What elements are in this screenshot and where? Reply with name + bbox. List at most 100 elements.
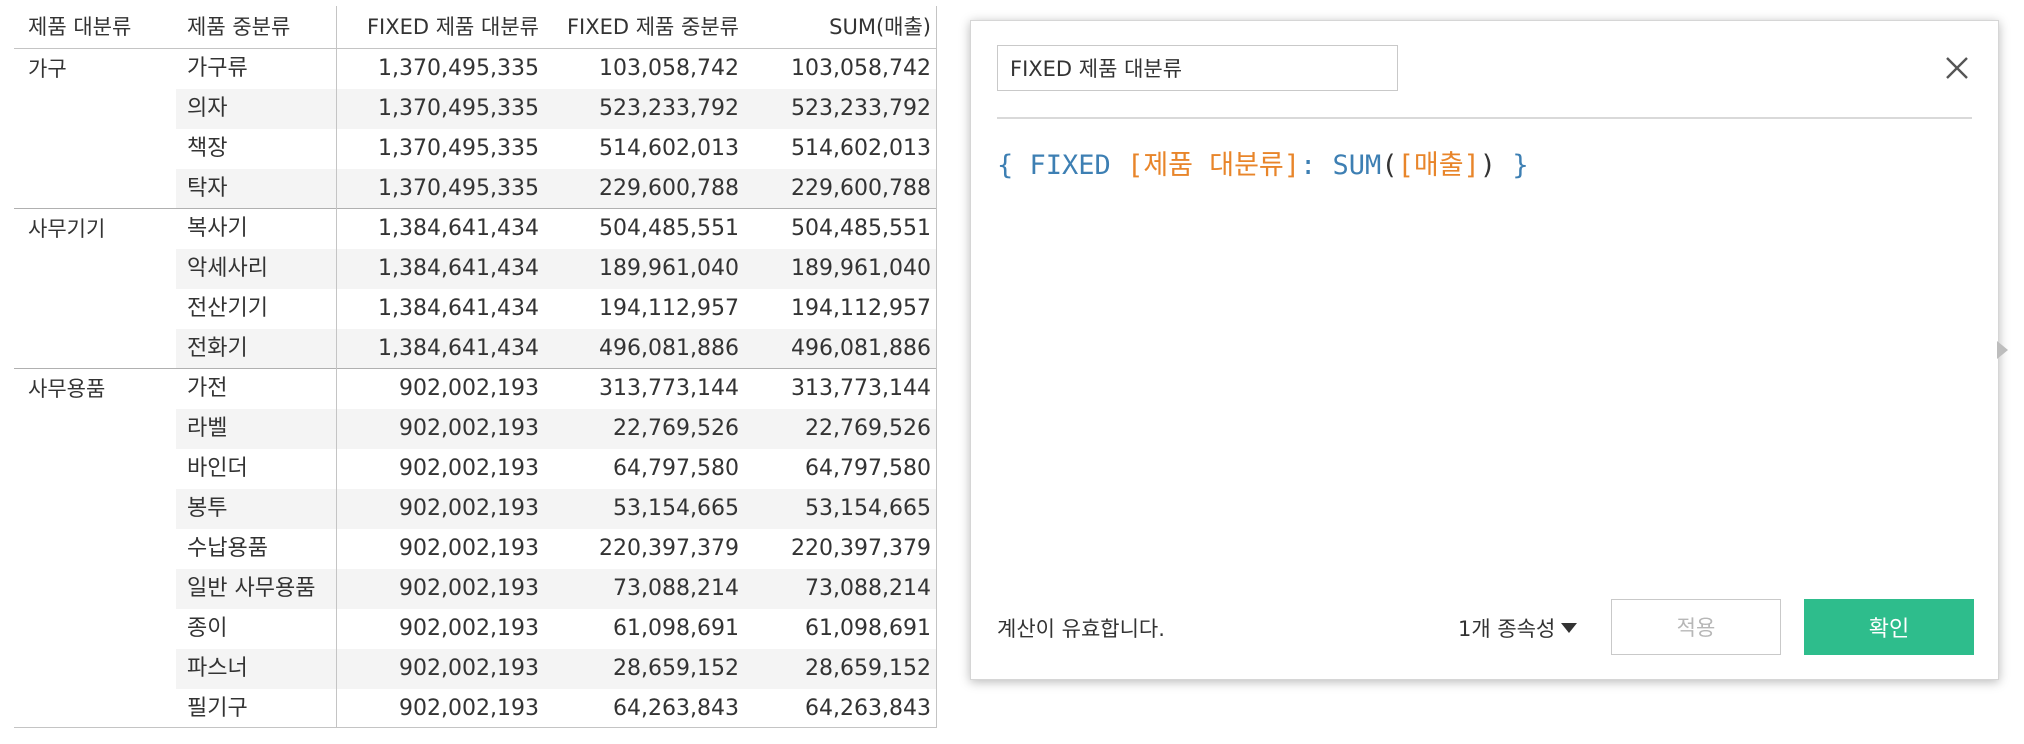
fixed-subcategory-cell: 504,485,551 xyxy=(599,216,739,241)
fixed-subcategory-cell: 64,263,843 xyxy=(613,696,739,721)
subcategory-cell: 악세사리 xyxy=(187,256,268,281)
subcategory-cell: 일반 사무용품 xyxy=(187,576,316,601)
formula-field-dimension: [제품 대분류] xyxy=(1127,150,1301,181)
table-body: 가구 가구류 1,370,495,335 103,058,742 103,058,742… xyxy=(14,49,937,729)
row-group: 가구 가구류 1,370,495,335 103,058,742 103,058,742… xyxy=(14,49,937,209)
table-row[interactable]: 책장 1,370,495,335 514,602,013 514,602,013 xyxy=(14,129,937,169)
table-row[interactable]: 전산기기 1,384,641,434 194,112,957 194,112,957 xyxy=(14,289,937,329)
fixed-subcategory-cell: 61,098,691 xyxy=(613,616,739,641)
table-bottom-border xyxy=(14,727,937,728)
formula-keyword-fixed: FIXED xyxy=(1029,150,1111,181)
sum-sales-cell: 229,600,788 xyxy=(791,176,931,201)
expand-arrow-icon[interactable] xyxy=(1997,341,2008,359)
subcategory-cell: 수납용품 xyxy=(187,536,268,561)
table-row[interactable]: 의자 1,370,495,335 523,233,792 523,233,792 xyxy=(14,89,937,129)
subcategory-cell: 전화기 xyxy=(187,336,248,361)
fixed-category-cell: 1,370,495,335 xyxy=(378,136,539,161)
fixed-subcategory-cell: 229,600,788 xyxy=(599,176,739,201)
table-row[interactable]: 봉투 902,002,193 53,154,665 53,154,665 xyxy=(14,489,937,529)
fixed-subcategory-cell: 514,602,013 xyxy=(599,136,739,161)
table-row[interactable]: 가전 902,002,193 313,773,144 313,773,144 xyxy=(14,369,937,409)
row-group: 사무기기 복사기 1,384,641,434 504,485,551 504,485,5… xyxy=(14,208,937,369)
formula-func-sum: SUM xyxy=(1332,150,1382,181)
calculation-name-input[interactable] xyxy=(997,45,1398,91)
sum-sales-cell: 496,081,886 xyxy=(791,336,931,361)
table-row[interactable]: 악세사리 1,384,641,434 189,961,040 189,961,040 xyxy=(14,249,937,289)
formula-paren-close: ) xyxy=(1479,150,1497,181)
sum-sales-cell: 61,098,691 xyxy=(805,616,931,641)
table-row[interactable]: 전화기 1,384,641,434 496,081,886 496,081,886 xyxy=(14,329,937,369)
header-category[interactable]: 제품 대분류 xyxy=(28,6,131,48)
table-header: 제품 대분류 제품 중분류 FIXED 제품 대분류 FIXED 제품 중분류 … xyxy=(14,6,937,48)
sum-sales-cell: 64,797,580 xyxy=(805,456,931,481)
ok-button[interactable]: 확인 xyxy=(1804,599,1974,655)
subcategory-cell: 복사기 xyxy=(187,216,248,241)
caret-down-icon xyxy=(1561,623,1578,633)
table-row[interactable]: 탁자 1,370,495,335 229,600,788 229,600,788 xyxy=(14,169,937,209)
close-icon xyxy=(1946,57,1968,79)
subcategory-cell: 가전 xyxy=(187,376,228,401)
subcategory-cell: 봉투 xyxy=(187,496,228,521)
fixed-category-cell: 902,002,193 xyxy=(399,576,539,601)
fixed-subcategory-cell: 194,112,957 xyxy=(599,296,739,321)
header-fixed-subcategory[interactable]: FIXED 제품 중분류 xyxy=(567,6,739,48)
fixed-category-cell: 1,370,495,335 xyxy=(378,176,539,201)
subcategory-cell: 의자 xyxy=(187,96,228,121)
dependencies-dropdown[interactable]: 1개 종속성 xyxy=(1458,613,1578,643)
fixed-subcategory-cell: 103,058,742 xyxy=(599,56,739,81)
row-group: 사무용품 가전 902,002,193 313,773,144 313,773,144 라… xyxy=(14,368,937,729)
formula-space xyxy=(1111,150,1127,181)
sum-sales-cell: 523,233,792 xyxy=(791,96,931,121)
subcategory-cell: 바인더 xyxy=(187,456,248,481)
fixed-category-cell: 1,384,641,434 xyxy=(378,216,539,241)
subcategory-cell: 탁자 xyxy=(187,176,228,201)
fixed-category-cell: 1,384,641,434 xyxy=(378,256,539,281)
table-row[interactable]: 라벨 902,002,193 22,769,526 22,769,526 xyxy=(14,409,937,449)
apply-button[interactable]: 적용 xyxy=(1611,599,1781,655)
table-row[interactable]: 복사기 1,384,641,434 504,485,551 504,485,551 xyxy=(14,209,937,249)
sum-sales-cell: 514,602,013 xyxy=(791,136,931,161)
sum-sales-cell: 189,961,040 xyxy=(791,256,931,281)
fixed-subcategory-cell: 28,659,152 xyxy=(613,656,739,681)
subcategory-cell: 가구류 xyxy=(187,56,248,81)
subcategory-cell: 전산기기 xyxy=(187,296,268,321)
table-row[interactable]: 필기구 902,002,193 64,263,843 64,263,843 xyxy=(14,689,937,729)
fixed-subcategory-cell: 73,088,214 xyxy=(613,576,739,601)
fixed-category-cell: 1,384,641,434 xyxy=(378,336,539,361)
formula-field-measure: [매출] xyxy=(1397,150,1480,181)
table-row[interactable]: 바인더 902,002,193 64,797,580 64,797,580 xyxy=(14,449,937,489)
table-right-border xyxy=(936,6,937,728)
close-button[interactable] xyxy=(1938,49,1976,87)
fixed-category-cell: 902,002,193 xyxy=(399,416,539,441)
subcategory-cell: 종이 xyxy=(187,616,228,641)
fixed-category-cell: 1,384,641,434 xyxy=(378,296,539,321)
sum-sales-cell: 504,485,551 xyxy=(791,216,931,241)
fixed-subcategory-cell: 189,961,040 xyxy=(599,256,739,281)
formula-colon: : xyxy=(1300,150,1333,181)
sum-sales-cell: 22,769,526 xyxy=(805,416,931,441)
header-sum-sales[interactable]: SUM(매출) xyxy=(829,6,931,48)
table-row[interactable]: 수납용품 902,002,193 220,397,379 220,397,379 xyxy=(14,529,937,569)
header-fixed-category[interactable]: FIXED 제품 대분류 xyxy=(367,6,539,48)
table-row[interactable]: 가구류 1,370,495,335 103,058,742 103,058,742 xyxy=(14,49,937,89)
fixed-subcategory-cell: 313,773,144 xyxy=(599,376,739,401)
sum-sales-cell: 220,397,379 xyxy=(791,536,931,561)
fixed-subcategory-cell: 53,154,665 xyxy=(613,496,739,521)
sum-sales-cell: 313,773,144 xyxy=(791,376,931,401)
dependencies-label: 1개 종속성 xyxy=(1458,617,1556,641)
column-divider xyxy=(336,6,337,728)
header-subcategory[interactable]: 제품 중분류 xyxy=(187,6,290,48)
formula-open-brace: { xyxy=(997,150,1030,181)
fixed-subcategory-cell: 64,797,580 xyxy=(613,456,739,481)
table-row[interactable]: 파스너 902,002,193 28,659,152 28,659,152 xyxy=(14,649,937,689)
sum-sales-cell: 73,088,214 xyxy=(805,576,931,601)
subcategory-cell: 라벨 xyxy=(187,416,228,441)
crosstab-view: 제품 대분류 제품 중분류 FIXED 제품 대분류 FIXED 제품 중분류 … xyxy=(14,6,937,728)
fixed-category-cell: 902,002,193 xyxy=(399,536,539,561)
subcategory-cell: 책장 xyxy=(187,136,228,161)
table-row[interactable]: 종이 902,002,193 61,098,691 61,098,691 xyxy=(14,609,937,649)
sum-sales-cell: 64,263,843 xyxy=(805,696,931,721)
formula-editor[interactable]: { FIXED [제품 대분류]: SUM([매출]) } xyxy=(997,143,1529,182)
table-row[interactable]: 일반 사무용품 902,002,193 73,088,214 73,088,214 xyxy=(14,569,937,609)
fixed-category-cell: 902,002,193 xyxy=(399,656,539,681)
